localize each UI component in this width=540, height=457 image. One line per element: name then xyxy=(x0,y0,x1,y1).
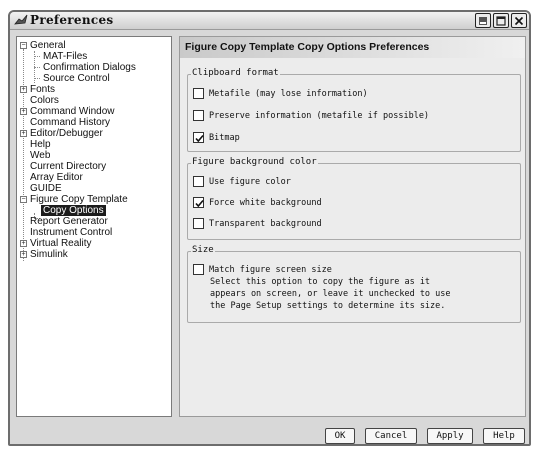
expand-icon[interactable]: + xyxy=(20,240,27,247)
group-title: Clipboard format xyxy=(191,68,280,78)
transparent-background-checkbox[interactable] xyxy=(193,218,204,229)
tree-item-confirmation-dialogs[interactable]: Confirmation Dialogs xyxy=(43,62,136,73)
preferences-window: Preferences − General MAT-Files Confirma… xyxy=(8,10,531,446)
tree-item-editor-debugger[interactable]: Editor/Debugger xyxy=(30,128,103,139)
tree-item-virtual-reality[interactable]: Virtual Reality xyxy=(30,238,92,249)
maximize-button[interactable] xyxy=(493,13,509,28)
expand-icon[interactable]: + xyxy=(20,86,27,93)
tree-item-figure-copy-template[interactable]: Figure Copy Template xyxy=(30,194,128,205)
close-button[interactable] xyxy=(511,13,527,28)
bitmap-checkbox[interactable] xyxy=(193,132,204,143)
panel-title: Figure Copy Template Copy Options Prefer… xyxy=(185,41,430,53)
expand-icon[interactable]: + xyxy=(20,130,27,137)
use-figure-color-option[interactable]: Use figure color xyxy=(193,176,353,188)
preserve-information-checkbox[interactable] xyxy=(193,110,204,121)
tree-connector xyxy=(34,78,40,79)
metafile-option[interactable]: Metafile (may lose information) xyxy=(193,88,423,100)
force-white-background-checkbox[interactable] xyxy=(193,197,204,208)
tree-item-command-window[interactable]: Command Window xyxy=(30,106,114,117)
close-icon xyxy=(514,16,524,25)
options-panel: Figure Copy Template Copy Options Prefer… xyxy=(179,36,526,417)
preferences-tree[interactable]: − General MAT-Files Confirmation Dialogs… xyxy=(16,36,172,417)
apply-button[interactable]: Apply xyxy=(427,428,473,444)
tree-connector xyxy=(23,49,24,261)
figure-background-group: Figure background color Use figure color… xyxy=(187,157,521,240)
tree-item-instrument-control[interactable]: Instrument Control xyxy=(30,227,112,238)
group-title: Size xyxy=(191,245,215,255)
tree-item-general[interactable]: General xyxy=(30,40,66,51)
group-title: Figure background color xyxy=(191,157,318,167)
tree-item-source-control[interactable]: Source Control xyxy=(43,73,110,84)
matlab-logo-icon xyxy=(14,14,28,25)
panel-header: Figure Copy Template Copy Options Prefer… xyxy=(180,37,525,58)
tree-item-help[interactable]: Help xyxy=(30,139,51,150)
tree-item-mat-files[interactable]: MAT-Files xyxy=(43,51,87,62)
tree-item-report-generator[interactable]: Report Generator xyxy=(30,216,108,227)
minimize-button[interactable] xyxy=(475,13,491,28)
size-group: Size Match figure screen size Select thi… xyxy=(187,245,521,323)
preserve-information-option[interactable]: Preserve information (metafile if possib… xyxy=(193,110,493,122)
collapse-icon[interactable]: − xyxy=(20,42,27,49)
use-figure-color-checkbox[interactable] xyxy=(193,176,204,187)
window-title: Preferences xyxy=(30,13,114,27)
bitmap-option[interactable]: Bitmap xyxy=(193,132,313,144)
help-button[interactable]: Help xyxy=(483,428,525,444)
expand-icon[interactable]: + xyxy=(20,251,27,258)
collapse-icon[interactable]: − xyxy=(20,196,27,203)
expand-icon[interactable]: + xyxy=(20,108,27,115)
checkmark-icon xyxy=(195,199,204,208)
tree-item-web[interactable]: Web xyxy=(30,150,50,161)
tree-item-array-editor[interactable]: Array Editor xyxy=(30,172,83,183)
maximize-icon xyxy=(496,15,506,26)
tree-item-colors[interactable]: Colors xyxy=(30,95,59,106)
tree-item-current-directory[interactable]: Current Directory xyxy=(30,161,106,172)
minimize-icon xyxy=(479,16,487,25)
ok-button[interactable]: OK xyxy=(325,428,355,444)
cancel-button[interactable]: Cancel xyxy=(365,428,417,444)
tree-item-simulink[interactable]: Simulink xyxy=(30,249,68,260)
tree-item-guide[interactable]: GUIDE xyxy=(30,183,62,194)
clipboard-format-group: Clipboard format Metafile (may lose info… xyxy=(187,68,521,152)
force-white-background-option[interactable]: Force white background xyxy=(193,197,393,209)
match-figure-screen-size-option[interactable]: Match figure screen size xyxy=(193,264,393,276)
match-figure-screen-size-checkbox[interactable] xyxy=(193,264,204,275)
tree-item-command-history[interactable]: Command History xyxy=(30,117,110,128)
transparent-background-option[interactable]: Transparent background xyxy=(193,218,393,230)
title-bar[interactable]: Preferences xyxy=(10,12,529,30)
metafile-checkbox[interactable] xyxy=(193,88,204,99)
tree-connector xyxy=(34,67,40,68)
tree-item-copy-options[interactable]: Copy Options xyxy=(41,205,106,216)
checkmark-icon xyxy=(195,134,204,143)
tree-item-fonts[interactable]: Fonts xyxy=(30,84,55,95)
size-description: Select this option to copy the figure as… xyxy=(210,277,451,311)
tree-connector xyxy=(34,56,40,57)
